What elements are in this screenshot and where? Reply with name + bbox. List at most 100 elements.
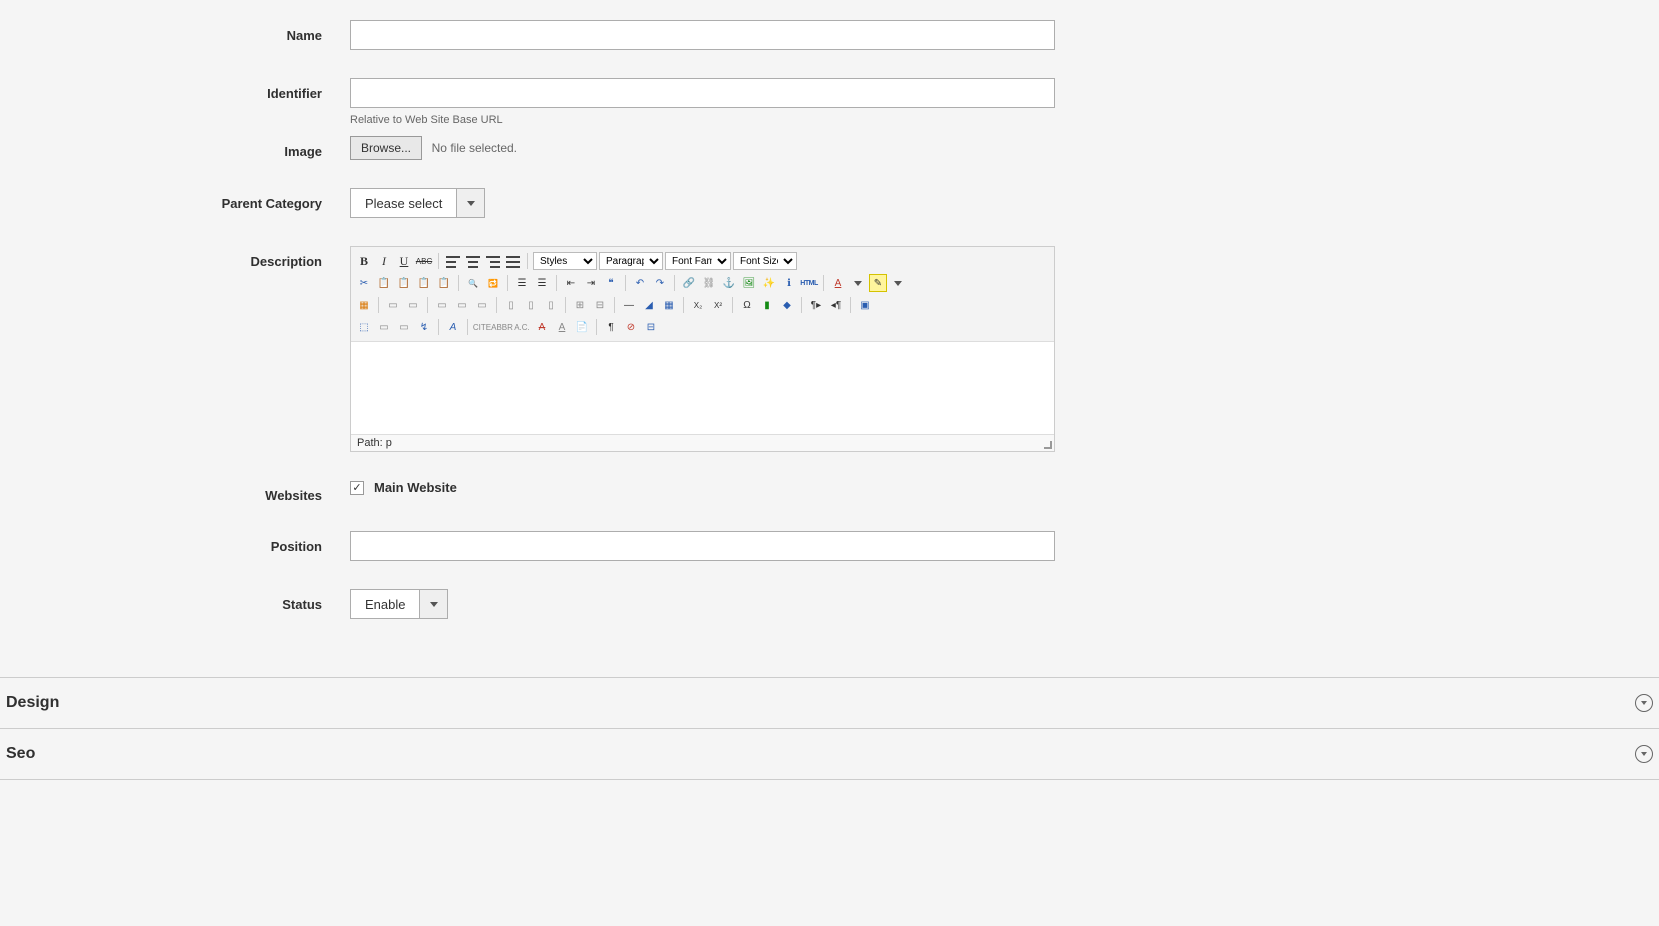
bullet-list-icon[interactable]: ☰	[513, 274, 531, 292]
no-file-text: No file selected.	[432, 141, 517, 155]
main-website-checkbox[interactable]	[350, 481, 364, 495]
bg-color-icon[interactable]: ✎	[869, 274, 887, 292]
html-icon[interactable]: HTML	[800, 274, 818, 292]
chevron-down-icon[interactable]	[419, 590, 447, 618]
replace-icon[interactable]: 🔁	[484, 274, 502, 292]
paste-word-icon[interactable]: 📋	[435, 274, 453, 292]
italic-icon[interactable]: I	[375, 252, 393, 270]
style-props-icon[interactable]: A	[444, 318, 462, 336]
identifier-input[interactable]	[350, 78, 1055, 108]
layer-back-icon[interactable]: ▭	[375, 318, 393, 336]
layer-abs-icon[interactable]: ↯	[415, 318, 433, 336]
hr-icon[interactable]: —	[620, 296, 638, 314]
resize-grip-icon[interactable]	[1042, 439, 1054, 451]
delete-row-icon[interactable]: ▭	[473, 296, 491, 314]
align-justify-icon[interactable]	[504, 252, 522, 270]
font-size-select[interactable]: Font Size	[733, 252, 797, 270]
media-icon[interactable]: ◆	[778, 296, 796, 314]
table-icon[interactable]: ▦	[355, 296, 373, 314]
undo-icon[interactable]: ↶	[631, 274, 649, 292]
row-props-icon[interactable]: ▭	[384, 296, 402, 314]
font-family-select[interactable]: Font Family	[665, 252, 731, 270]
status-label: Status	[0, 589, 350, 612]
align-right-icon[interactable]	[484, 252, 502, 270]
find-icon[interactable]: 🔍	[464, 274, 482, 292]
cite-icon[interactable]: CITE	[473, 318, 491, 336]
name-label: Name	[0, 20, 350, 43]
attribs-icon[interactable]: 📄	[573, 318, 591, 336]
status-select[interactable]: Enable	[350, 589, 448, 619]
name-input[interactable]	[350, 20, 1055, 50]
page-break-icon[interactable]: ⊟	[642, 318, 660, 336]
design-section-header[interactable]: Design	[0, 677, 1659, 728]
format-select[interactable]: Paragraph	[599, 252, 663, 270]
cut-icon[interactable]: ✂	[355, 274, 373, 292]
parent-category-value: Please select	[351, 189, 456, 217]
emoticon-icon[interactable]: ▮	[758, 296, 776, 314]
main-website-label: Main Website	[374, 480, 457, 495]
number-list-icon[interactable]: ☰	[533, 274, 551, 292]
styles-select[interactable]: Styles	[533, 252, 597, 270]
insert-row-before-icon[interactable]: ▭	[433, 296, 451, 314]
abbr-icon[interactable]: ABBR	[493, 318, 511, 336]
special-char-icon[interactable]: Ω	[738, 296, 756, 314]
image-icon[interactable]: 🖼	[740, 274, 758, 292]
nbsp-icon[interactable]: ⊘	[622, 318, 640, 336]
outdent-icon[interactable]: ⇤	[562, 274, 580, 292]
fullscreen-icon[interactable]: ▣	[856, 296, 874, 314]
layer-front-icon[interactable]: ▭	[395, 318, 413, 336]
insert-col-before-icon[interactable]: ▯	[502, 296, 520, 314]
help-icon[interactable]: ℹ	[780, 274, 798, 292]
delete-col-icon[interactable]: ▯	[542, 296, 560, 314]
paste-text-icon[interactable]: 📋	[415, 274, 433, 292]
text-color-icon[interactable]: A	[829, 274, 847, 292]
split-cells-icon[interactable]: ⊞	[571, 296, 589, 314]
rtl-icon[interactable]: ◂¶	[827, 296, 845, 314]
unlink-icon[interactable]: ⛓	[700, 274, 718, 292]
description-label: Description	[0, 246, 350, 269]
copy-icon[interactable]: 📋	[375, 274, 393, 292]
insert-col-after-icon[interactable]: ▯	[522, 296, 540, 314]
parent-category-select[interactable]: Please select	[350, 188, 485, 218]
identifier-label: Identifier	[0, 78, 350, 101]
indent-icon[interactable]: ⇥	[582, 274, 600, 292]
browse-button[interactable]: Browse...	[350, 136, 422, 160]
editor-body[interactable]	[351, 342, 1054, 434]
subscript-icon[interactable]: X₂	[689, 296, 707, 314]
layer-icon[interactable]: ⬚	[355, 318, 373, 336]
editor-footer: Path: p	[351, 434, 1054, 451]
del-icon[interactable]: A	[533, 318, 551, 336]
insert-row-after-icon[interactable]: ▭	[453, 296, 471, 314]
text-color-picker-icon[interactable]	[849, 274, 867, 292]
expand-icon[interactable]	[1635, 745, 1653, 763]
superscript-icon[interactable]: X²	[709, 296, 727, 314]
blockquote-icon[interactable]: ❝	[602, 274, 620, 292]
visual-aid-icon[interactable]: ▦	[660, 296, 678, 314]
position-input[interactable]	[350, 531, 1055, 561]
remove-format-icon[interactable]: ◢	[640, 296, 658, 314]
description-editor: B I U ABC Styles Paragraph Font Family	[350, 246, 1055, 452]
acronym-icon[interactable]: A.C.	[513, 318, 531, 336]
underline-icon[interactable]: U	[395, 252, 413, 270]
link-icon[interactable]: 🔗	[680, 274, 698, 292]
ins-icon[interactable]: A	[553, 318, 571, 336]
cell-props-icon[interactable]: ▭	[404, 296, 422, 314]
align-left-icon[interactable]	[444, 252, 462, 270]
position-label: Position	[0, 531, 350, 554]
visual-chars-icon[interactable]: ¶	[602, 318, 620, 336]
align-center-icon[interactable]	[464, 252, 482, 270]
bg-color-picker-icon[interactable]	[889, 274, 907, 292]
bold-icon[interactable]: B	[355, 252, 373, 270]
anchor-icon[interactable]: ⚓	[720, 274, 738, 292]
cleanup-icon[interactable]: ✨	[760, 274, 778, 292]
merge-cells-icon[interactable]: ⊟	[591, 296, 609, 314]
paste-icon[interactable]: 📋	[395, 274, 413, 292]
seo-section-header[interactable]: Seo	[0, 728, 1659, 780]
websites-label: Websites	[0, 480, 350, 503]
strikethrough-icon[interactable]: ABC	[415, 252, 433, 270]
redo-icon[interactable]: ↷	[651, 274, 669, 292]
expand-icon[interactable]	[1635, 694, 1653, 712]
chevron-down-icon[interactable]	[456, 189, 484, 217]
ltr-icon[interactable]: ¶▸	[807, 296, 825, 314]
editor-toolbar: B I U ABC Styles Paragraph Font Family	[351, 247, 1054, 342]
